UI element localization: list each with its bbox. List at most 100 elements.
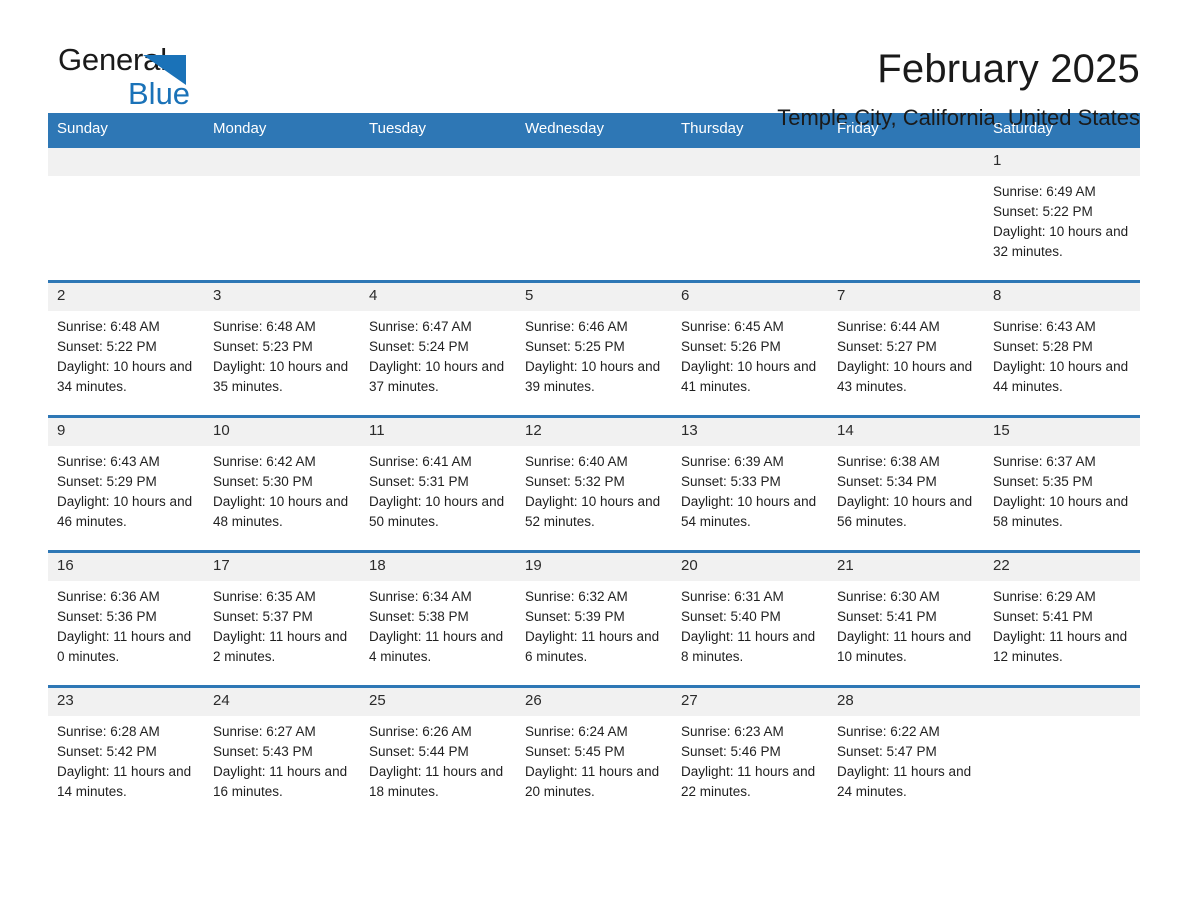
- daylight-text: Daylight: 10 hours and 56 minutes.: [837, 493, 973, 529]
- sunset-text: Sunset: 5:45 PM: [525, 743, 625, 759]
- calendar-day-cell[interactable]: 4 Sunrise: 6:47 AM Sunset: 5:24 PM Daylight…: [360, 280, 516, 417]
- day-number: 27: [672, 688, 828, 716]
- day-number: 14: [828, 418, 984, 446]
- calendar-day-cell[interactable]: 5 Sunrise: 6:46 AM Sunset: 5:25 PM Daylight…: [516, 280, 672, 417]
- calendar-day-cell[interactable]: 6 Sunrise: 6:45 AM Sunset: 5:26 PM Daylight…: [672, 280, 828, 417]
- calendar-cell-empty: [828, 145, 984, 282]
- sunset-text: Sunset: 5:34 PM: [837, 473, 937, 489]
- calendar-day-cell[interactable]: 8 Sunrise: 6:43 AM Sunset: 5:28 PM Daylight…: [984, 280, 1140, 417]
- day-sun-info: Sunrise: 6:39 AM Sunset: 5:33 PM Daylight:…: [672, 446, 828, 532]
- day-number: 10: [204, 418, 360, 446]
- calendar-day-cell[interactable]: 28 Sunrise: 6:22 AM Sunset: 5:47 PM Dayligh…: [828, 685, 984, 822]
- generalblue-logo[interactable]: General Blue: [48, 44, 248, 116]
- sunrise-text: Sunrise: 6:41 AM: [369, 453, 472, 469]
- day-number: 21: [828, 553, 984, 581]
- day-sun-info: Sunrise: 6:41 AM Sunset: 5:31 PM Daylight:…: [360, 446, 516, 532]
- calendar-day-cell[interactable]: 3 Sunrise: 6:48 AM Sunset: 5:23 PM Daylight…: [204, 280, 360, 417]
- calendar-day-cell[interactable]: 21 Sunrise: 6:30 AM Sunset: 5:41 PM Dayligh…: [828, 550, 984, 687]
- day-sun-info: Sunrise: 6:44 AM Sunset: 5:27 PM Daylight:…: [828, 311, 984, 397]
- day-sun-info: Sunrise: 6:29 AM Sunset: 5:41 PM Daylight:…: [984, 581, 1140, 667]
- day-number: 26: [516, 688, 672, 716]
- calendar-page: General Blue February 2025 Temple City, …: [0, 0, 1188, 918]
- day-number: 24: [204, 688, 360, 716]
- calendar-day-cell[interactable]: 20 Sunrise: 6:31 AM Sunset: 5:40 PM Dayligh…: [672, 550, 828, 687]
- calendar-day-cell[interactable]: 13 Sunrise: 6:39 AM Sunset: 5:33 PM Dayligh…: [672, 415, 828, 552]
- day-number: 23: [48, 688, 204, 716]
- calendar-day-cell[interactable]: 11 Sunrise: 6:41 AM Sunset: 5:31 PM Dayligh…: [360, 415, 516, 552]
- sunset-text: Sunset: 5:24 PM: [369, 338, 469, 354]
- calendar-day-cell[interactable]: 15 Sunrise: 6:37 AM Sunset: 5:35 PM Dayligh…: [984, 415, 1140, 552]
- calendar-week-row: 9 Sunrise: 6:43 AM Sunset: 5:29 PM Daylight…: [48, 415, 1140, 552]
- calendar-cell-empty: [984, 685, 1140, 822]
- sunrise-text: Sunrise: 6:45 AM: [681, 318, 784, 334]
- page-header: General Blue February 2025 Temple City, …: [48, 0, 1140, 130]
- daylight-text: Daylight: 11 hours and 6 minutes.: [525, 628, 660, 664]
- calendar-day-cell[interactable]: 1 Sunrise: 6:49 AM Sunset: 5:22 PM Daylight…: [984, 145, 1140, 282]
- sunset-text: Sunset: 5:47 PM: [837, 743, 937, 759]
- calendar-day-cell[interactable]: 18 Sunrise: 6:34 AM Sunset: 5:38 PM Dayligh…: [360, 550, 516, 687]
- day-sun-info: Sunrise: 6:37 AM Sunset: 5:35 PM Daylight:…: [984, 446, 1140, 532]
- calendar-day-cell[interactable]: 17 Sunrise: 6:35 AM Sunset: 5:37 PM Dayligh…: [204, 550, 360, 687]
- daylight-text: Daylight: 10 hours and 43 minutes.: [837, 358, 973, 394]
- sunset-text: Sunset: 5:38 PM: [369, 608, 469, 624]
- sunrise-text: Sunrise: 6:48 AM: [213, 318, 316, 334]
- day-sun-info: Sunrise: 6:35 AM Sunset: 5:37 PM Daylight:…: [204, 581, 360, 667]
- sunset-text: Sunset: 5:25 PM: [525, 338, 625, 354]
- calendar-week-row: 23 Sunrise: 6:28 AM Sunset: 5:42 PM Dayligh…: [48, 685, 1140, 822]
- day-sun-info: Sunrise: 6:24 AM Sunset: 5:45 PM Daylight:…: [516, 716, 672, 802]
- sunset-text: Sunset: 5:22 PM: [57, 338, 157, 354]
- calendar-day-cell[interactable]: 26 Sunrise: 6:24 AM Sunset: 5:45 PM Dayligh…: [516, 685, 672, 822]
- sunrise-text: Sunrise: 6:36 AM: [57, 588, 160, 604]
- day-number: [828, 148, 984, 176]
- calendar-day-cell[interactable]: 19 Sunrise: 6:32 AM Sunset: 5:39 PM Dayligh…: [516, 550, 672, 687]
- calendar-day-cell[interactable]: 14 Sunrise: 6:38 AM Sunset: 5:34 PM Dayligh…: [828, 415, 984, 552]
- day-number: 19: [516, 553, 672, 581]
- calendar-table: Sunday Monday Tuesday Wednesday Thursday Frid…: [48, 113, 1140, 822]
- sunset-text: Sunset: 5:33 PM: [681, 473, 781, 489]
- sunrise-text: Sunrise: 6:24 AM: [525, 723, 628, 739]
- calendar-day-cell[interactable]: 12 Sunrise: 6:40 AM Sunset: 5:32 PM Dayligh…: [516, 415, 672, 552]
- sunrise-text: Sunrise: 6:27 AM: [213, 723, 316, 739]
- calendar-cell-empty: [204, 145, 360, 282]
- sunset-text: Sunset: 5:22 PM: [993, 203, 1093, 219]
- day-number: 22: [984, 553, 1140, 581]
- weekday-header-sunday: Sunday: [48, 113, 204, 147]
- calendar-day-cell[interactable]: 16 Sunrise: 6:36 AM Sunset: 5:36 PM Dayligh…: [48, 550, 204, 687]
- calendar-day-cell[interactable]: 9 Sunrise: 6:43 AM Sunset: 5:29 PM Daylight…: [48, 415, 204, 552]
- day-number: 15: [984, 418, 1140, 446]
- calendar-day-cell[interactable]: 27 Sunrise: 6:23 AM Sunset: 5:46 PM Dayligh…: [672, 685, 828, 822]
- day-sun-info: Sunrise: 6:30 AM Sunset: 5:41 PM Daylight:…: [828, 581, 984, 667]
- calendar-cell-empty: [516, 145, 672, 282]
- day-number: 9: [48, 418, 204, 446]
- location-subtitle: Temple City, California, United States: [777, 105, 1140, 130]
- calendar-day-cell[interactable]: 25 Sunrise: 6:26 AM Sunset: 5:44 PM Dayligh…: [360, 685, 516, 822]
- calendar-week-row: 1 Sunrise: 6:49 AM Sunset: 5:22 PM Daylight…: [48, 145, 1140, 282]
- sunset-text: Sunset: 5:37 PM: [213, 608, 313, 624]
- day-sun-info: Sunrise: 6:32 AM Sunset: 5:39 PM Daylight:…: [516, 581, 672, 667]
- sunset-text: Sunset: 5:40 PM: [681, 608, 781, 624]
- day-sun-info: Sunrise: 6:34 AM Sunset: 5:38 PM Daylight:…: [360, 581, 516, 667]
- daylight-text: Daylight: 11 hours and 20 minutes.: [525, 763, 660, 799]
- sunset-text: Sunset: 5:39 PM: [525, 608, 625, 624]
- calendar-day-cell[interactable]: 23 Sunrise: 6:28 AM Sunset: 5:42 PM Dayligh…: [48, 685, 204, 822]
- daylight-text: Daylight: 10 hours and 35 minutes.: [213, 358, 349, 394]
- daylight-text: Daylight: 11 hours and 16 minutes.: [213, 763, 348, 799]
- day-number: 11: [360, 418, 516, 446]
- sunrise-text: Sunrise: 6:46 AM: [525, 318, 628, 334]
- title-block: February 2025 Temple City, California, U…: [777, 44, 1140, 131]
- calendar-day-cell[interactable]: 24 Sunrise: 6:27 AM Sunset: 5:43 PM Dayligh…: [204, 685, 360, 822]
- sunrise-text: Sunrise: 6:22 AM: [837, 723, 940, 739]
- sunset-text: Sunset: 5:26 PM: [681, 338, 781, 354]
- day-number: [204, 148, 360, 176]
- sunrise-text: Sunrise: 6:42 AM: [213, 453, 316, 469]
- calendar-day-cell[interactable]: 7 Sunrise: 6:44 AM Sunset: 5:27 PM Daylight…: [828, 280, 984, 417]
- calendar-day-cell[interactable]: 2 Sunrise: 6:48 AM Sunset: 5:22 PM Daylight…: [48, 280, 204, 417]
- sunrise-text: Sunrise: 6:49 AM: [993, 183, 1096, 199]
- day-sun-info: Sunrise: 6:42 AM Sunset: 5:30 PM Daylight:…: [204, 446, 360, 532]
- calendar-day-cell[interactable]: 22 Sunrise: 6:29 AM Sunset: 5:41 PM Dayligh…: [984, 550, 1140, 687]
- calendar-day-cell[interactable]: 10 Sunrise: 6:42 AM Sunset: 5:30 PM Dayligh…: [204, 415, 360, 552]
- sunrise-text: Sunrise: 6:29 AM: [993, 588, 1096, 604]
- day-sun-info: Sunrise: 6:48 AM Sunset: 5:22 PM Daylight:…: [48, 311, 204, 397]
- sunrise-text: Sunrise: 6:23 AM: [681, 723, 784, 739]
- day-number: 3: [204, 283, 360, 311]
